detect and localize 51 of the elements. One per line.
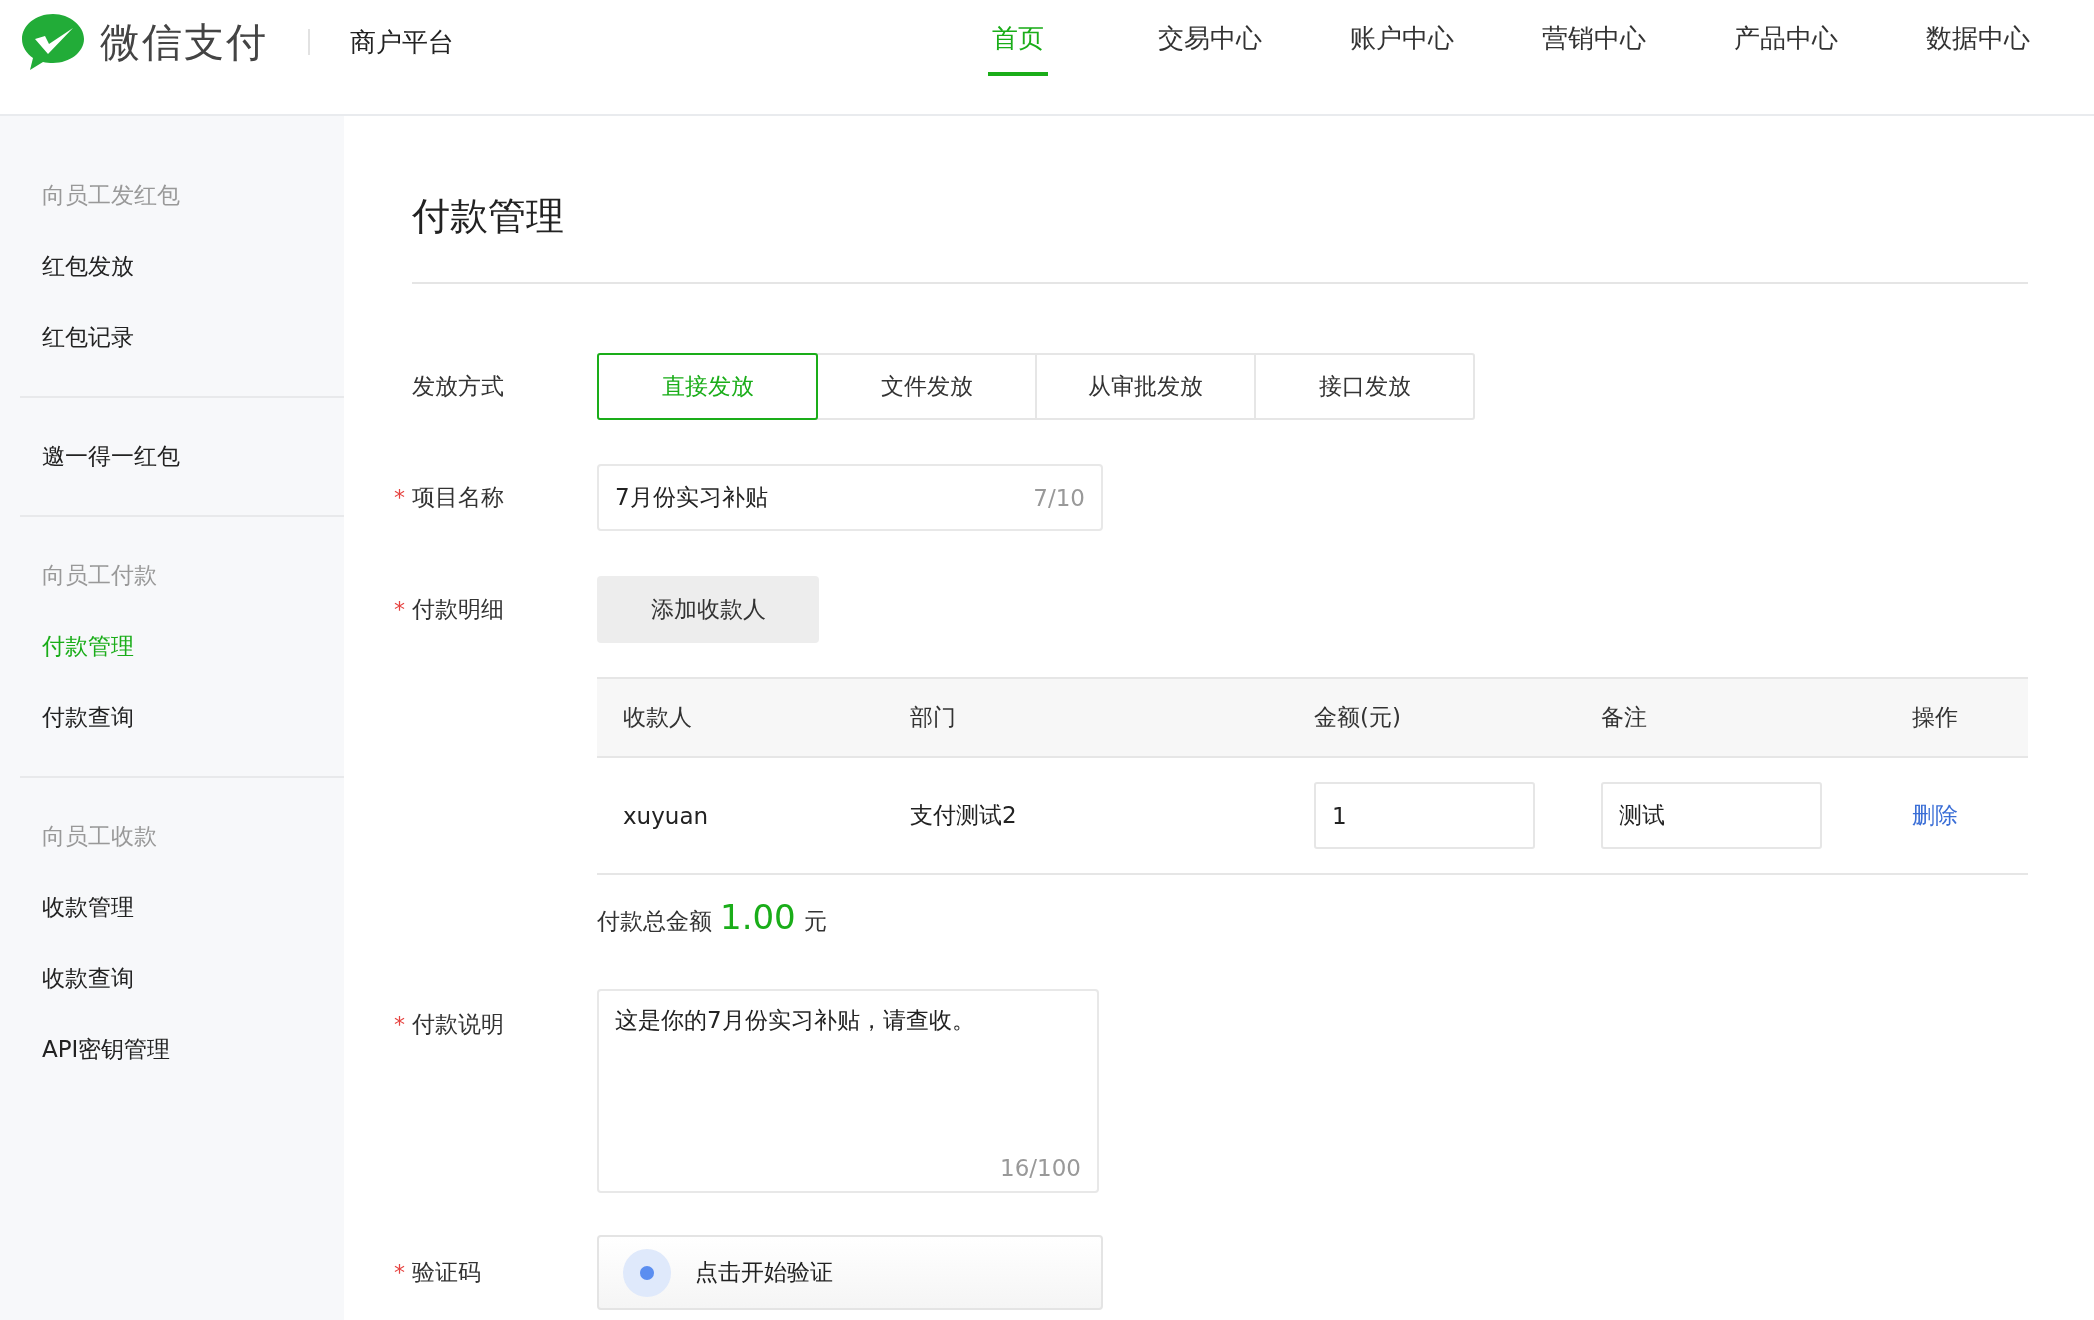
char-counter: 7/10 [1033, 484, 1085, 511]
method-tab[interactable]: 文件发放 [816, 353, 1037, 420]
sidebar-item[interactable]: 邀一得一红包 [0, 421, 344, 492]
sidebar-item[interactable]: 收款查询 [0, 943, 344, 1014]
amount-field[interactable]: 1 [1314, 782, 1535, 849]
nav-tab[interactable]: 产品中心 [1690, 0, 1882, 76]
nav-tab[interactable]: 交易中心 [1114, 0, 1306, 76]
total-amount: 1.00 [720, 897, 796, 937]
required-mark: * [394, 1260, 405, 1285]
platform-title: 商户平台 [350, 25, 454, 59]
column-header: 金额(元) [1314, 703, 1402, 732]
sidebar-section-title: 向员工发红包 [41, 181, 181, 210]
required-mark: * [394, 485, 405, 510]
sidebar-section-title: 向员工收款 [41, 822, 158, 851]
description-field[interactable]: 这是你的7月份实习补贴，请查收。 16/100 [597, 989, 1099, 1193]
field-label: 验证码 [412, 1258, 481, 1287]
sidebar-item[interactable]: 红包记录 [0, 302, 344, 373]
column-header: 操作 [1911, 703, 1959, 732]
page-title: 付款管理 [412, 193, 565, 240]
delete-link[interactable]: 删除 [1912, 802, 1958, 828]
column-header: 备注 [1601, 703, 1648, 732]
note-field[interactable]: 测试 [1601, 782, 1822, 849]
chat-bubble-check-icon [20, 12, 86, 72]
field-label: 项目名称 [412, 483, 504, 512]
sidebar-item[interactable]: API密钥管理 [0, 1014, 344, 1085]
nav-tab[interactable]: 账户中心 [1306, 0, 1498, 76]
total-label: 付款总金额 [597, 907, 712, 936]
column-header: 部门 [909, 703, 957, 732]
nav-tab[interactable]: 数据中心 [1882, 0, 2074, 76]
dot-icon [623, 1248, 671, 1297]
sidebar-section-title: 向员工付款 [41, 561, 158, 590]
field-label: 付款说明 [412, 1010, 504, 1039]
add-payee-button[interactable]: 添加收款人 [597, 576, 819, 643]
table-cell-text: 支付测试2 [909, 801, 1018, 830]
column-header: 收款人 [622, 703, 693, 732]
currency-unit: 元 [803, 907, 827, 936]
field-label: 付款明细 [412, 595, 504, 624]
sidebar-item[interactable]: 红包发放 [0, 231, 344, 302]
char-counter: 16/100 [1000, 1155, 1081, 1181]
project-name-field[interactable]: 7月份实习补贴 7/10 [597, 464, 1103, 531]
required-mark: * [394, 597, 405, 622]
required-mark: * [394, 1012, 405, 1037]
field-label: 发放方式 [412, 372, 504, 401]
brand-name: 微信支付 [100, 17, 268, 67]
nav-tab[interactable]: 营销中心 [1498, 0, 1690, 76]
verify-button[interactable]: 点击开始验证 [597, 1235, 1103, 1310]
sidebar-item[interactable]: 收款管理 [0, 872, 344, 943]
sidebar-item[interactable]: 付款查询 [0, 682, 344, 753]
table-cell-text: xuyuan [622, 802, 710, 829]
method-tab[interactable]: 从审批发放 [1035, 353, 1256, 420]
method-tab[interactable]: 接口发放 [1254, 353, 1475, 420]
